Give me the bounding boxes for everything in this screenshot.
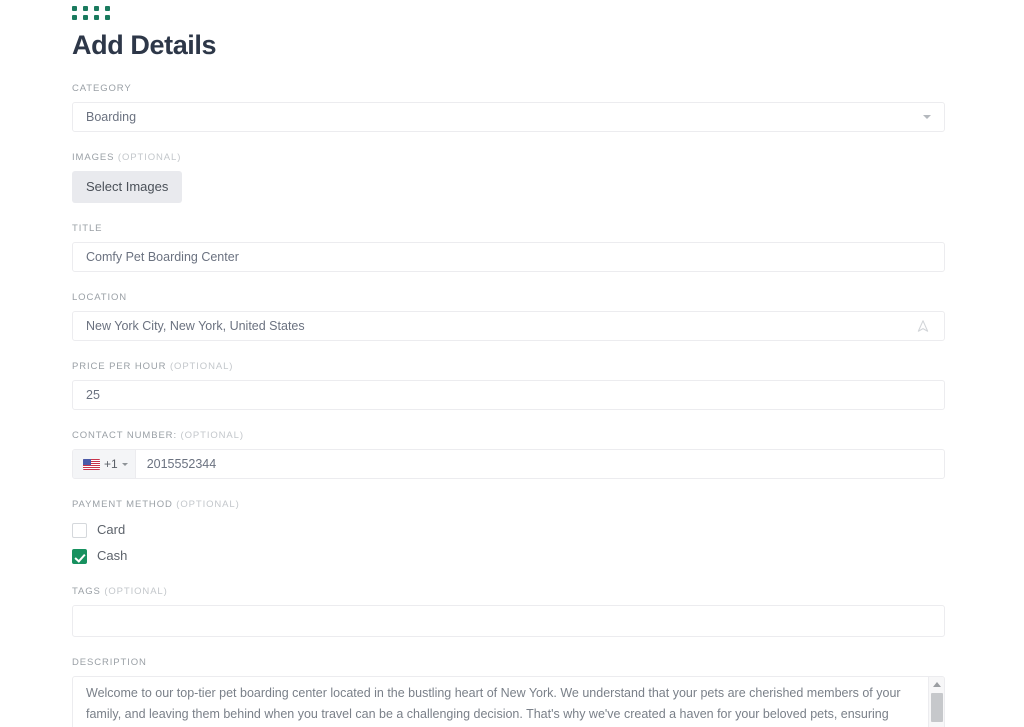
field-category: CATEGORY Boarding (72, 83, 945, 132)
label-tags-text: TAGS (72, 586, 101, 597)
price-input[interactable]: 25 (72, 380, 945, 410)
country-code-value: +1 (104, 457, 118, 471)
label-payment-text: PAYMENT METHOD (72, 499, 173, 510)
category-select[interactable]: Boarding (72, 102, 945, 132)
country-code-selector[interactable]: +1 (73, 450, 136, 478)
chevron-down-icon[interactable] (923, 115, 931, 119)
field-price-per-hour: PRICE PER HOUR (OPTIONAL) 25 (72, 361, 945, 410)
phone-number-value: 2015552344 (146, 457, 217, 471)
label-category: CATEGORY (72, 83, 132, 94)
checkbox-card[interactable] (72, 522, 87, 538)
label-tags: TAGS (OPTIONAL) (72, 586, 945, 598)
chevron-down-icon[interactable] (121, 463, 128, 466)
price-value: 25 (86, 388, 100, 402)
page-title: Add Details (72, 30, 217, 60)
location-value: New York City, New York, United States (86, 319, 305, 333)
logo-dot (83, 15, 88, 20)
payment-option-card[interactable]: Card (72, 518, 945, 542)
flag-canton (83, 458, 91, 465)
logo-dot (105, 15, 110, 20)
field-location: LOCATION New York City, New York, United… (72, 292, 945, 341)
location-input[interactable]: New York City, New York, United States (72, 311, 945, 341)
description-textarea[interactable]: Welcome to our top-tier pet boarding cen… (72, 676, 945, 727)
label-price-per-hour: PRICE PER HOUR (OPTIONAL) (72, 361, 945, 373)
label-price-optional: (OPTIONAL) (169, 361, 234, 372)
label-payment-method: PAYMENT METHOD (OPTIONAL) (72, 499, 945, 511)
title-input[interactable]: Comfy Pet Boarding Center (72, 242, 945, 272)
title-value: Comfy Pet Boarding Center (86, 250, 239, 264)
logo-dot (105, 6, 110, 11)
field-title: TITLE Comfy Pet Boarding Center (72, 223, 945, 272)
scrollbar-thumb[interactable] (930, 693, 943, 722)
phone-input-group: +1 2015552344 (72, 449, 945, 479)
add-details-form: CATEGORY Boarding IMAGES (OPTIONAL) Sele… (72, 83, 945, 727)
payment-option-cash-label: Cash (97, 548, 128, 563)
label-images-optional: (OPTIONAL) (117, 152, 182, 163)
logo-dot (72, 6, 77, 11)
label-tags-optional: (OPTIONAL) (104, 586, 168, 597)
phone-number-input[interactable]: 2015552344 (136, 450, 944, 478)
label-payment-optional: (OPTIONAL) (176, 499, 240, 510)
logo-dot (94, 6, 99, 11)
label-images-text: IMAGES (72, 152, 115, 163)
scroll-up-arrow-icon[interactable] (929, 677, 945, 692)
logo-dot (94, 15, 99, 20)
logo-dot (72, 15, 77, 20)
label-images: IMAGES (OPTIONAL) (72, 152, 945, 164)
label-contact-text: CONTACT NUMBER: (72, 430, 177, 441)
label-contact-optional: (OPTIONAL) (180, 430, 244, 441)
tags-input[interactable] (72, 605, 945, 637)
field-contact-number: CONTACT NUMBER: (OPTIONAL) +1 2015552344 (72, 430, 945, 479)
scroll-down-arrow-icon[interactable] (929, 723, 945, 727)
payment-option-cash[interactable]: Cash (72, 544, 945, 568)
description-scrollbar[interactable] (928, 677, 944, 727)
field-tags: TAGS (OPTIONAL) (72, 586, 945, 637)
add-details-page: Add Details CATEGORY Boarding IMAGES (OP… (0, 0, 1024, 727)
description-value: Welcome to our top-tier pet boarding cen… (86, 686, 901, 721)
logo-dot (83, 6, 88, 11)
category-value: Boarding (86, 110, 137, 124)
field-images: IMAGES (OPTIONAL) Select Images (72, 152, 945, 203)
label-price-text: PRICE PER HOUR (72, 361, 167, 372)
label-title: TITLE (72, 223, 103, 234)
payment-option-card-label: Card (97, 522, 126, 537)
field-payment-method: PAYMENT METHOD (OPTIONAL) Card Cash (72, 499, 945, 568)
label-location: LOCATION (72, 292, 128, 303)
field-description: DESCRIPTION Welcome to our top-tier pet … (72, 657, 945, 727)
checkbox-cash[interactable] (72, 548, 87, 564)
label-description: DESCRIPTION (72, 657, 147, 668)
select-images-button[interactable]: Select Images (72, 171, 183, 203)
label-contact-number: CONTACT NUMBER: (OPTIONAL) (72, 430, 945, 442)
us-flag-icon (83, 458, 100, 470)
dot-grid-logo (72, 6, 110, 20)
navigation-arrow-icon[interactable] (916, 319, 930, 333)
